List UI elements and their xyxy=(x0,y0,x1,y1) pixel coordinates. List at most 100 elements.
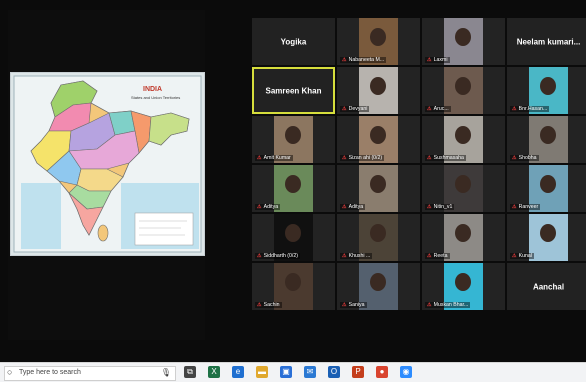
participant-name: Aditya xyxy=(348,204,364,210)
participant-tile[interactable]: Aanchal xyxy=(507,263,586,310)
participant-name: Aruc... xyxy=(433,106,449,112)
participant-tile[interactable]: ⚠ Khushi ... xyxy=(337,214,420,261)
participant-tile[interactable]: ⚠ Laxmi xyxy=(422,18,505,65)
participant-name: Nitin_v1 xyxy=(433,204,453,210)
participant-name: Sushmasaha xyxy=(433,155,464,161)
muted-mic-icon: ⚠ xyxy=(342,253,347,259)
excel-icon[interactable]: X xyxy=(208,366,220,378)
zoom-meeting-window: INDIA States and Union Territories Yogik… xyxy=(0,0,586,362)
participant-tile[interactable]: ⚠ Siddharth (0/2) xyxy=(252,214,335,261)
participant-label: ⚠ Nabaneeta M... xyxy=(340,57,387,63)
shared-india-map: INDIA States and Union Territories xyxy=(10,72,205,256)
participant-tile[interactable]: ⚠ Devyani xyxy=(337,67,420,114)
participant-tile[interactable]: ⚠ Amit Kumar xyxy=(252,116,335,163)
participant-tile[interactable]: ⚠ Nabaneeta M... xyxy=(337,18,420,65)
chrome-icon[interactable]: ● xyxy=(376,366,388,378)
participant-tile[interactable]: ⚠ Bnr.Hasan... xyxy=(507,67,586,114)
participant-tile[interactable]: Samreen Khan xyxy=(252,67,335,114)
participant-tile[interactable]: ⚠ Nitin_v1 xyxy=(422,165,505,212)
participant-name: Reeta xyxy=(433,253,448,259)
muted-mic-icon: ⚠ xyxy=(342,204,347,210)
participant-name: Nabaneeta M... xyxy=(348,57,385,63)
microphone-icon[interactable]: 🎙 xyxy=(161,368,171,377)
participant-face xyxy=(285,175,301,193)
participant-tile[interactable]: ⚠ Kunal xyxy=(507,214,586,261)
participant-tile[interactable]: ⚠ Muskan Bhar... xyxy=(422,263,505,310)
participant-tile[interactable]: ⚠ Saniya xyxy=(337,263,420,310)
muted-mic-icon: ⚠ xyxy=(512,155,517,161)
mail-icon[interactable]: ✉ xyxy=(304,366,316,378)
participant-name: Bnr.Hasan... xyxy=(518,106,548,112)
store-icon[interactable]: ▣ xyxy=(280,366,292,378)
task-view-icon[interactable]: ⧉ xyxy=(184,366,196,378)
participant-label: ⚠ Aditya xyxy=(255,204,281,210)
file-explorer-icon[interactable]: ▬ xyxy=(256,366,268,378)
india-map-graphic: INDIA States and Union Territories xyxy=(11,73,204,255)
participant-name: Aditya xyxy=(263,204,279,210)
participant-name: Shobha xyxy=(518,155,537,161)
participant-face xyxy=(455,126,471,144)
participant-name: Samreen Khan xyxy=(265,86,322,95)
participant-tile[interactable]: ⚠ Aruc... xyxy=(422,67,505,114)
participant-tile[interactable]: ⚠ Sushmasaha xyxy=(422,116,505,163)
participant-label: ⚠ Amit Kumar xyxy=(255,155,293,161)
participant-tile[interactable]: ⚠ Aditya xyxy=(337,165,420,212)
participant-label: ⚠ Muskan Bhar... xyxy=(425,302,471,308)
muted-mic-icon: ⚠ xyxy=(257,155,262,161)
participant-name: Devyani xyxy=(348,106,368,112)
participant-tile[interactable]: ⚠ Sizan ahi (0/2) xyxy=(337,116,420,163)
muted-mic-icon: ⚠ xyxy=(427,302,432,308)
participant-label: ⚠ Aditya xyxy=(340,204,366,210)
muted-mic-icon: ⚠ xyxy=(512,253,517,259)
participant-name: Siddharth (0/2) xyxy=(263,253,298,259)
map-title: INDIA xyxy=(143,86,162,93)
participant-face xyxy=(455,224,471,242)
outlook-icon[interactable]: O xyxy=(328,366,340,378)
participant-face xyxy=(370,273,386,291)
participant-face xyxy=(285,126,301,144)
muted-mic-icon: ⚠ xyxy=(342,302,347,308)
participant-face xyxy=(455,273,471,291)
participant-name: Sachin xyxy=(263,302,280,308)
map-subtitle: States and Union Territories xyxy=(131,95,180,100)
participant-label: ⚠ Sachin xyxy=(255,302,282,308)
muted-mic-icon: ⚠ xyxy=(427,204,432,210)
windows-taskbar: ○ Type here to search 🎙 ⧉ Xe ▬ ▣ ✉ O P ● ◉ xyxy=(0,362,586,382)
participant-label: ⚠ Sizan ahi (0/2) xyxy=(340,155,385,161)
participant-video xyxy=(444,18,483,65)
participant-face xyxy=(455,77,471,95)
muted-mic-icon: ⚠ xyxy=(427,106,432,112)
participant-tile[interactable]: ⚠ Sachin xyxy=(252,263,335,310)
participant-name: Sizan ahi (0/2) xyxy=(348,155,383,161)
participant-tile[interactable]: ⚠ Ranveer xyxy=(507,165,586,212)
participant-tile[interactable]: ⚠ Aditya xyxy=(252,165,335,212)
participant-face xyxy=(370,77,386,95)
participant-tile[interactable]: Yogika xyxy=(252,18,335,65)
participant-tile[interactable]: ⚠ Shobha xyxy=(507,116,586,163)
participant-label: ⚠ Sushmasaha xyxy=(425,155,466,161)
participant-name: Laxmi xyxy=(433,57,448,63)
participant-face xyxy=(540,175,556,193)
participant-face xyxy=(540,77,556,95)
muted-mic-icon: ⚠ xyxy=(342,57,347,63)
participant-label: ⚠ Aruc... xyxy=(425,106,451,112)
edge-icon[interactable]: e xyxy=(232,366,244,378)
powerpoint-icon[interactable]: P xyxy=(352,366,364,378)
participant-label: ⚠ Devyani xyxy=(340,106,370,112)
muted-mic-icon: ⚠ xyxy=(427,155,432,161)
participant-tile[interactable]: Neelam kumari... xyxy=(507,18,586,65)
participant-name: Aanchal xyxy=(532,282,565,291)
participant-face xyxy=(285,224,301,242)
participant-name: Ranveer xyxy=(518,204,539,210)
taskbar-search-box[interactable]: ○ Type here to search 🎙 xyxy=(4,366,176,381)
participant-name: Yogika xyxy=(280,37,307,46)
participant-gallery: Yogika ⚠ Nabaneeta M... ⚠ Laxmi Neelam kumari… xyxy=(250,18,586,313)
participant-face xyxy=(455,28,471,46)
participant-label: ⚠ Siddharth (0/2) xyxy=(255,253,300,259)
participant-label: ⚠ Shobha xyxy=(510,155,539,161)
participant-tile[interactable]: ⚠ Reeta xyxy=(422,214,505,261)
participant-name: Muskan Bhar... xyxy=(433,302,469,308)
muted-mic-icon: ⚠ xyxy=(427,253,432,259)
zoom-icon[interactable]: ◉ xyxy=(400,366,412,378)
participant-face xyxy=(370,28,386,46)
